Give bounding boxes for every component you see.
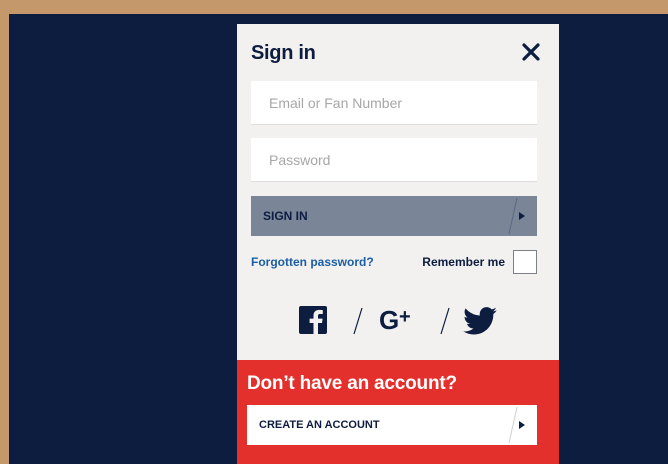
facebook-login-button[interactable] bbox=[299, 306, 327, 339]
close-icon bbox=[522, 43, 540, 61]
svg-text:G: G bbox=[379, 305, 399, 335]
forgotten-password-link[interactable]: Forgotten password? bbox=[251, 255, 374, 269]
email-field[interactable] bbox=[251, 81, 537, 125]
page-backdrop: Sign in SIGN IN Forgotten password? Reme… bbox=[9, 14, 668, 464]
remember-me-checkbox[interactable] bbox=[513, 250, 537, 274]
close-button[interactable] bbox=[517, 38, 545, 66]
svg-text:+: + bbox=[399, 306, 411, 328]
create-account-button-label: CREATE AN ACCOUNT bbox=[259, 419, 380, 431]
sign-in-options-row: Forgotten password? Remember me bbox=[251, 250, 537, 274]
create-account-section: Don’t have an account? CREATE AN ACCOUNT bbox=[237, 360, 559, 464]
create-account-arrow-icon bbox=[507, 405, 537, 445]
create-account-heading: Don’t have an account? bbox=[247, 373, 457, 394]
twitter-icon bbox=[463, 307, 497, 335]
sign-in-modal: Sign in SIGN IN Forgotten password? Reme… bbox=[237, 24, 559, 464]
modal-title: Sign in bbox=[251, 42, 316, 64]
twitter-login-button[interactable] bbox=[463, 307, 497, 340]
google-plus-login-button[interactable]: G + bbox=[379, 305, 423, 340]
facebook-icon bbox=[299, 306, 327, 334]
create-account-button[interactable]: CREATE AN ACCOUNT bbox=[247, 405, 537, 445]
sign-in-arrow-icon bbox=[507, 196, 537, 236]
sign-in-button[interactable]: SIGN IN bbox=[251, 196, 537, 236]
social-login-row: G + bbox=[237, 300, 559, 340]
separator-slash bbox=[440, 307, 450, 335]
password-field[interactable] bbox=[251, 138, 537, 182]
remember-me-label: Remember me bbox=[422, 255, 505, 269]
modal-header: Sign in bbox=[251, 42, 545, 72]
separator-slash bbox=[353, 307, 363, 335]
google-plus-icon: G + bbox=[379, 305, 411, 335]
